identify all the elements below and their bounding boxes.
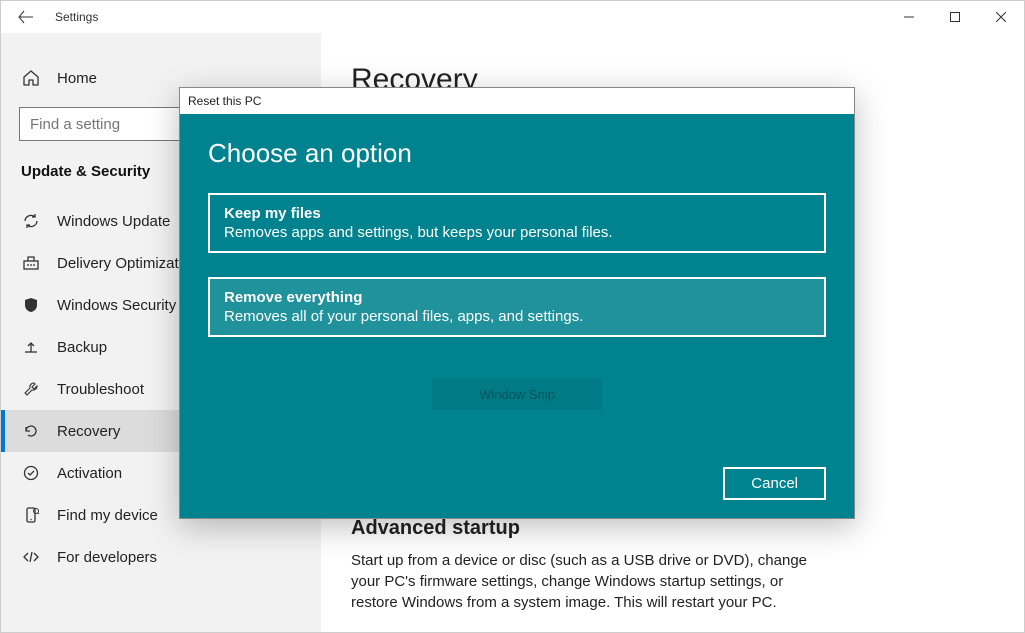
sidebar-item-label: Troubleshoot xyxy=(57,381,144,398)
sidebar-item-label: Backup xyxy=(57,339,107,356)
settings-window: Settings Home Up xyxy=(0,0,1025,633)
sync-icon xyxy=(21,212,41,230)
dialog-heading: Choose an option xyxy=(208,138,826,169)
find-device-icon xyxy=(21,506,41,524)
activation-icon xyxy=(21,464,41,482)
sidebar-item-label: Windows Security xyxy=(57,297,176,314)
sidebar-item-for-developers[interactable]: For developers xyxy=(1,536,321,578)
window-title: Settings xyxy=(51,10,98,24)
dialog-body: Choose an option Keep my files Removes a… xyxy=(180,114,854,518)
advanced-startup-body: Start up from a device or disc (such as … xyxy=(351,550,811,613)
home-icon xyxy=(21,69,41,87)
option-remove-everything[interactable]: Remove everything Removes all of your pe… xyxy=(208,277,826,337)
sidebar-item-label: For developers xyxy=(57,549,157,566)
sidebar-item-label: Windows Update xyxy=(57,213,170,230)
cancel-button[interactable]: Cancel xyxy=(723,467,826,500)
advanced-startup-heading: Advanced startup xyxy=(351,517,994,540)
dialog-title: Reset this PC xyxy=(180,88,854,114)
troubleshoot-icon xyxy=(21,380,41,398)
minimize-button[interactable] xyxy=(886,1,932,33)
shield-icon xyxy=(21,296,41,314)
delivery-icon xyxy=(21,254,41,272)
option-desc: Removes all of your personal files, apps… xyxy=(224,308,810,325)
sidebar-home-label: Home xyxy=(57,70,97,87)
sidebar-item-label: Delivery Optimization xyxy=(57,255,199,272)
reset-pc-dialog: Reset this PC Choose an option Keep my f… xyxy=(179,87,855,519)
sidebar-item-label: Activation xyxy=(57,465,122,482)
sidebar-item-label: Find my device xyxy=(57,507,158,524)
developers-icon xyxy=(21,548,41,566)
maximize-button[interactable] xyxy=(932,1,978,33)
titlebar: Settings xyxy=(1,1,1024,33)
option-title: Keep my files xyxy=(224,205,810,222)
option-title: Remove everything xyxy=(224,289,810,306)
back-button[interactable] xyxy=(1,1,51,33)
window-snip-overlay: Window Snip xyxy=(432,378,602,410)
option-desc: Removes apps and settings, but keeps you… xyxy=(224,224,810,241)
option-keep-my-files[interactable]: Keep my files Removes apps and settings,… xyxy=(208,193,826,253)
close-button[interactable] xyxy=(978,1,1024,33)
recovery-icon xyxy=(21,422,41,440)
backup-icon xyxy=(21,338,41,356)
sidebar-item-label: Recovery xyxy=(57,423,120,440)
